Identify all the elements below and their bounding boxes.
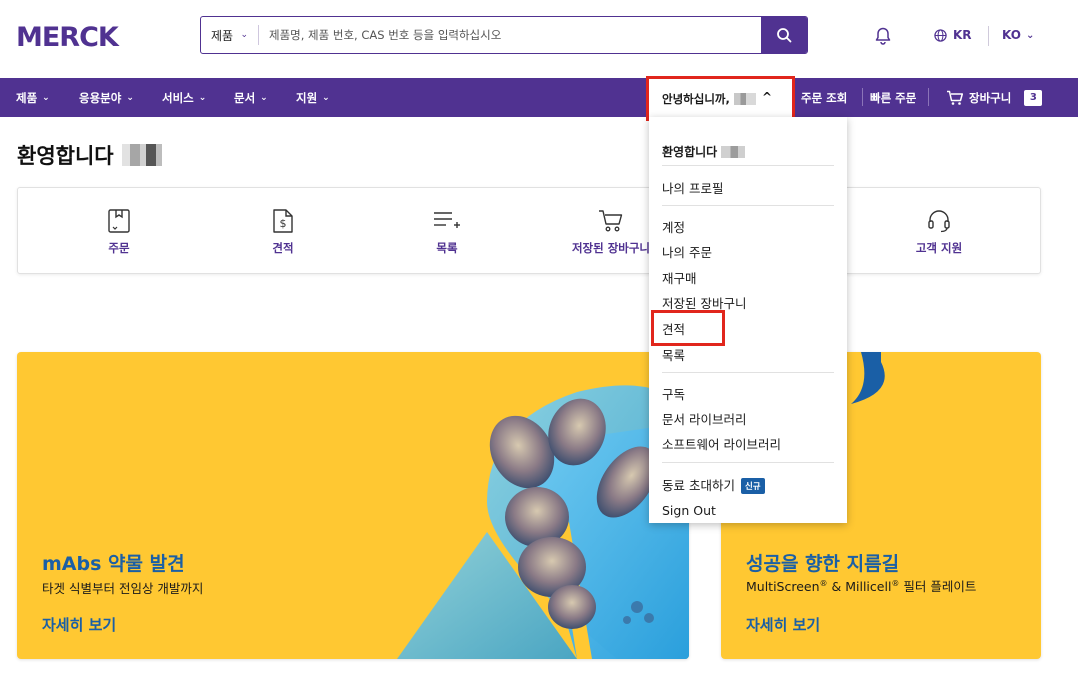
menu-item-lists[interactable]: 목록 (662, 345, 685, 364)
dropdown-divider (662, 205, 834, 206)
svg-text:$: $ (280, 217, 287, 230)
language-selector[interactable]: KO ⌄ (1002, 28, 1034, 42)
search-bar: 제품 ⌄ (200, 16, 808, 54)
nav-item-services[interactable]: 서비스 ⌄ (162, 78, 206, 117)
dropdown-divider (662, 372, 834, 373)
quick-link-quotes[interactable]: $ 견적 (223, 208, 343, 256)
nav-quick-order[interactable]: 빠른 주문 (870, 78, 916, 117)
antibody-illustration (397, 385, 689, 659)
language-label: KO (1002, 28, 1021, 42)
menu-item-sign-out[interactable]: Sign Out (662, 503, 716, 518)
dropdown-divider (662, 165, 834, 166)
menu-item-software-library[interactable]: 소프트웨어 라이브러리 (662, 434, 781, 453)
quote-dollar-icon: $ (273, 209, 293, 233)
menu-item-my-profile[interactable]: 나의 프로필 (662, 178, 723, 197)
chevron-up-icon: ^ (761, 90, 772, 104)
headset-icon (928, 210, 950, 233)
nav-divider (928, 88, 929, 106)
menu-item-invite-colleague[interactable]: 동료 초대하기 신규 (662, 475, 765, 494)
region-label: KR (953, 28, 972, 42)
promo-banner-mabs[interactable]: mAbs 약물 발견 타겟 식별부터 전임상 개발까지 자세히 보기 (17, 352, 689, 659)
merck-logo[interactable]: MERCK (16, 22, 119, 53)
banner-title: mAbs 약물 발견 (42, 553, 185, 575)
search-category-label: 제품 (211, 28, 234, 43)
chevron-down-icon: ⌄ (1025, 29, 1035, 41)
site-header: MERCK 제품 ⌄ KR KO ⌄ (0, 0, 1078, 78)
menu-item-account[interactable]: 계정 (662, 217, 685, 236)
redacted-username (121, 144, 162, 166)
nav-divider (862, 88, 863, 106)
chevron-down-icon: ⌄ (198, 92, 207, 103)
banner-subtitle: 타겟 식별부터 전임상 개발까지 (42, 581, 204, 596)
search-category-select[interactable]: 제품 ⌄ (201, 25, 259, 45)
redacted-username (721, 145, 746, 158)
header-divider (988, 26, 989, 46)
dropdown-heading: 환영합니다 (662, 143, 746, 160)
nav-item-products[interactable]: 제품 ⌄ (16, 78, 50, 117)
menu-item-subscriptions[interactable]: 구독 (662, 384, 685, 403)
cart-icon (599, 210, 623, 232)
bell-icon[interactable] (873, 26, 893, 46)
cart-icon (947, 90, 964, 105)
chevron-down-icon: ⌄ (240, 30, 248, 40)
search-input[interactable] (259, 17, 761, 53)
nav-cart[interactable]: 장바구니 3 (946, 78, 1043, 117)
new-badge: 신규 (740, 478, 765, 494)
chevron-down-icon: ⌄ (322, 92, 330, 103)
quick-links-card: 주문 $ 견적 목록 저장된 장바구니 고객 지원 (17, 187, 1041, 274)
banner-subtitle: MultiScreen® & Millicell® 필터 플레이트 (746, 578, 977, 594)
menu-item-document-library[interactable]: 문서 라이브러리 (662, 409, 746, 428)
list-add-icon (434, 212, 460, 228)
redacted-username (733, 92, 756, 105)
menu-item-my-orders[interactable]: 나의 주문 (662, 242, 712, 261)
page-title: 환영합니다 (17, 140, 162, 170)
globe-icon (934, 28, 947, 42)
region-selector[interactable]: KR (934, 28, 972, 42)
banner-learn-more-link[interactable]: 자세히 보기 (42, 614, 116, 635)
chevron-down-icon: ⌄ (260, 92, 268, 103)
highlight-annotation (651, 310, 725, 346)
main-nav: 제품 ⌄ 응용분야 ⌄ 서비스 ⌄ 문서 ⌄ 지원 ⌄ 주문 조회 빠른 주문 장바구니 … (0, 78, 1078, 117)
menu-item-reorder[interactable]: 재구매 (662, 268, 697, 287)
cart-count-badge: 3 (1024, 89, 1043, 106)
nav-order-lookup[interactable]: 주문 조회 (801, 78, 847, 117)
quick-link-customer-support[interactable]: 고객 지원 (879, 208, 999, 256)
nav-item-documents[interactable]: 문서 ⌄ (234, 78, 268, 117)
nav-item-support[interactable]: 지원 ⌄ (296, 78, 330, 117)
dropdown-divider (662, 462, 834, 463)
quick-link-lists[interactable]: 목록 (387, 208, 507, 256)
quick-link-orders[interactable]: 주문 (59, 208, 179, 256)
chevron-down-icon: ⌄ (42, 92, 50, 103)
search-icon (777, 28, 792, 43)
search-button[interactable] (761, 17, 807, 53)
account-menu-toggle[interactable]: 안녕하십니까, ^ (646, 76, 795, 121)
banner-learn-more-link[interactable]: 자세히 보기 (746, 614, 820, 635)
nav-item-applications[interactable]: 응용분야 ⌄ (79, 78, 134, 117)
greeting-label: 안녕하십니까, (662, 91, 730, 106)
banner-title: 성공을 향한 지름길 (746, 553, 900, 575)
chevron-down-icon: ⌄ (126, 92, 134, 103)
order-box-icon (108, 209, 130, 233)
